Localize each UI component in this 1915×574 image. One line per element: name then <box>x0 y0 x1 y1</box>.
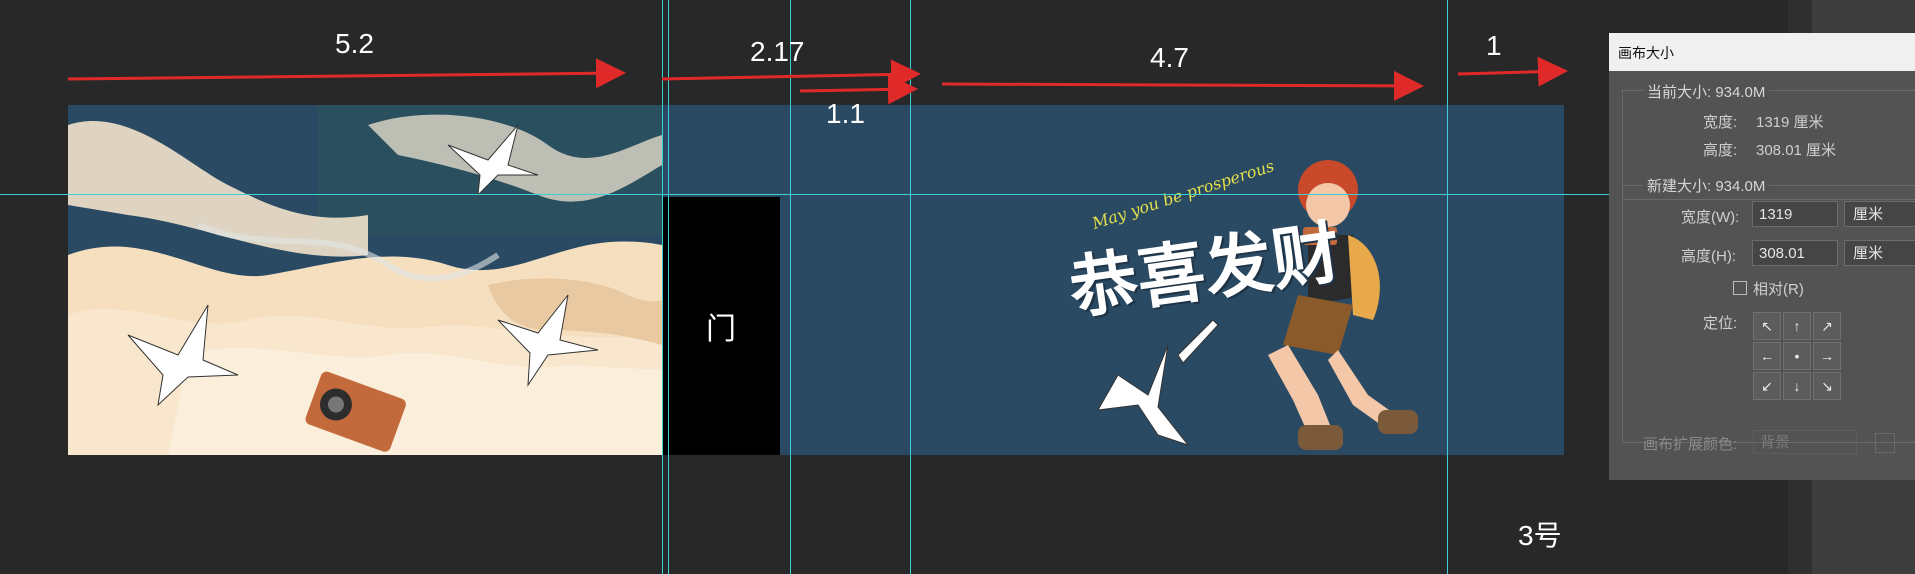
left-illustration <box>68 105 662 455</box>
extension-color-select[interactable]: 背景 <box>1753 430 1857 454</box>
anchor-center[interactable]: • <box>1783 342 1811 370</box>
current-height-value: 308.01 厘米 <box>1756 142 1837 159</box>
new-height-label: 高度(H): <box>1681 248 1736 265</box>
anchor-left[interactable]: ← <box>1753 342 1781 370</box>
extension-color-swatch[interactable] <box>1875 433 1895 453</box>
crane-figure <box>1097 319 1219 447</box>
arrow-1 <box>1457 56 1568 87</box>
measurement-arrows <box>67 56 1568 105</box>
anchor-grid: ↖ ↑ ↗ ← • → ↙ ↓ ↘ <box>1753 312 1841 400</box>
height-input[interactable]: 308.01 <box>1752 240 1838 266</box>
door-label: 门 <box>706 313 736 346</box>
measurement-label: 5.2 <box>335 28 374 59</box>
anchor-bottom-right[interactable]: ↘ <box>1813 372 1841 400</box>
measurement-label: 1 <box>1486 30 1502 61</box>
anchor-top[interactable]: ↑ <box>1783 312 1811 340</box>
relative-checkbox[interactable] <box>1733 281 1747 295</box>
anchor-top-right[interactable]: ↗ <box>1813 312 1841 340</box>
width-unit-select[interactable]: 厘米 <box>1844 201 1915 227</box>
measurement-label: 4.7 <box>1150 42 1189 73</box>
measurement-label: 1.1 <box>826 98 865 129</box>
number-label: 3号 <box>1518 520 1562 551</box>
horizontal-guide[interactable] <box>0 194 1609 195</box>
arrow-2-17 <box>661 59 921 90</box>
height-unit-select[interactable]: 厘米 <box>1844 240 1915 266</box>
measurement-label: 2.17 <box>750 36 805 67</box>
extension-color-label: 画布扩展颜色: <box>1643 436 1738 453</box>
door-block: 门 <box>662 197 780 455</box>
anchor-bottom-left[interactable]: ↙ <box>1753 372 1781 400</box>
dialog-titlebar[interactable]: 画布大小 <box>1609 33 1915 71</box>
current-size-legend: 当前大小: 934.0M <box>1643 81 1770 102</box>
anchor-top-left[interactable]: ↖ <box>1753 312 1781 340</box>
arrow-5-2 <box>67 58 626 89</box>
clouds-and-cranes-artwork <box>68 105 662 455</box>
canvas-size-dialog: 画布大小 当前大小: 934.0M 宽度: 1319 厘米 高度: 308.01… <box>1609 33 1915 480</box>
current-height-label: 高度: <box>1703 142 1738 159</box>
arrow-4-7 <box>941 70 1424 101</box>
dialog-title: 画布大小 <box>1618 45 1674 61</box>
current-width-value: 1319 厘米 <box>1756 114 1824 131</box>
anchor-right[interactable]: → <box>1813 342 1841 370</box>
anchor-label: 定位: <box>1703 315 1738 332</box>
width-input[interactable]: 1319 <box>1752 201 1838 227</box>
new-width-label: 宽度(W): <box>1681 209 1740 226</box>
anchor-bottom[interactable]: ↓ <box>1783 372 1811 400</box>
document-canvas[interactable]: 门 恭喜发财 May you be prosperous <box>68 105 1564 455</box>
new-size-legend: 新建大小: 934.0M <box>1643 175 1770 196</box>
relative-label: 相对(R) <box>1753 281 1804 298</box>
current-width-label: 宽度: <box>1703 114 1738 131</box>
arrow-1-1 <box>799 74 918 105</box>
